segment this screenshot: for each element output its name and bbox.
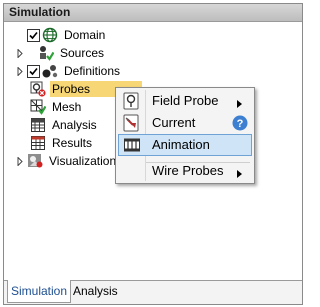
tree-item-label: Results xyxy=(52,136,93,150)
tree-item-mesh[interactable]: Mesh xyxy=(16,98,83,116)
results-icon xyxy=(30,135,46,151)
submenu-arrow-icon xyxy=(237,167,242,181)
menu-item-current[interactable]: Current ? xyxy=(118,112,252,134)
tree-item-analysis[interactable]: Analysis xyxy=(16,116,99,134)
tab-simulation[interactable]: Simulation xyxy=(7,280,72,303)
tree-item-sources[interactable]: Sources xyxy=(16,44,106,62)
submenu-arrow-icon xyxy=(237,97,242,111)
menu-item-label: Animation xyxy=(152,137,210,152)
menu-item-wire-probes[interactable]: Wire Probes xyxy=(118,160,252,182)
context-menu: Field Probe Current ? Animation Wire Pro… xyxy=(115,87,255,184)
visualization-icon xyxy=(27,153,43,169)
help-icon[interactable]: ? xyxy=(232,115,248,134)
tree-item-label: Definitions xyxy=(64,64,121,78)
tree-item-label: Analysis xyxy=(52,118,97,132)
expand-arrow-icon[interactable] xyxy=(16,156,24,166)
menu-item-label: Current xyxy=(152,115,196,130)
panel-title: Simulation xyxy=(4,4,302,22)
menu-item-field-probe[interactable]: Field Probe xyxy=(118,90,252,112)
svg-text:?: ? xyxy=(237,118,244,130)
mesh-icon xyxy=(30,99,47,115)
menu-item-label: Field Probe xyxy=(152,93,219,108)
check-icon xyxy=(29,67,38,75)
animation-icon xyxy=(121,134,143,156)
definitions-checkbox[interactable] xyxy=(27,64,40,78)
domain-checkbox[interactable] xyxy=(27,28,40,42)
field-probe-icon xyxy=(120,90,142,112)
menu-item-label: Wire Probes xyxy=(152,163,224,178)
analysis-icon xyxy=(30,117,46,133)
expand-arrow-icon[interactable] xyxy=(16,48,24,58)
check-icon xyxy=(29,31,38,39)
tree-item-label: Visualization xyxy=(49,154,117,168)
sources-icon xyxy=(38,45,55,61)
tree-item-definitions[interactable]: Definitions xyxy=(16,62,122,80)
definitions-icon xyxy=(42,63,58,79)
expand-arrow-icon[interactable] xyxy=(16,66,24,76)
probes-icon xyxy=(30,81,46,97)
tree-item-label: Sources xyxy=(60,46,105,60)
tree-item-label: Domain xyxy=(64,28,106,42)
tree-item-visualization[interactable]: Visualization xyxy=(16,152,118,170)
tree-item-results[interactable]: Results xyxy=(16,134,94,152)
tab-analysis[interactable]: Analysis xyxy=(70,280,121,302)
menu-item-animation[interactable]: Animation xyxy=(118,134,252,156)
current-icon xyxy=(120,112,142,134)
globe-icon xyxy=(42,27,58,43)
panel-tabs: Simulation Analysis xyxy=(4,280,302,304)
tree-item-domain[interactable]: Domain xyxy=(16,26,107,44)
tree-item-label: Mesh xyxy=(52,100,82,114)
